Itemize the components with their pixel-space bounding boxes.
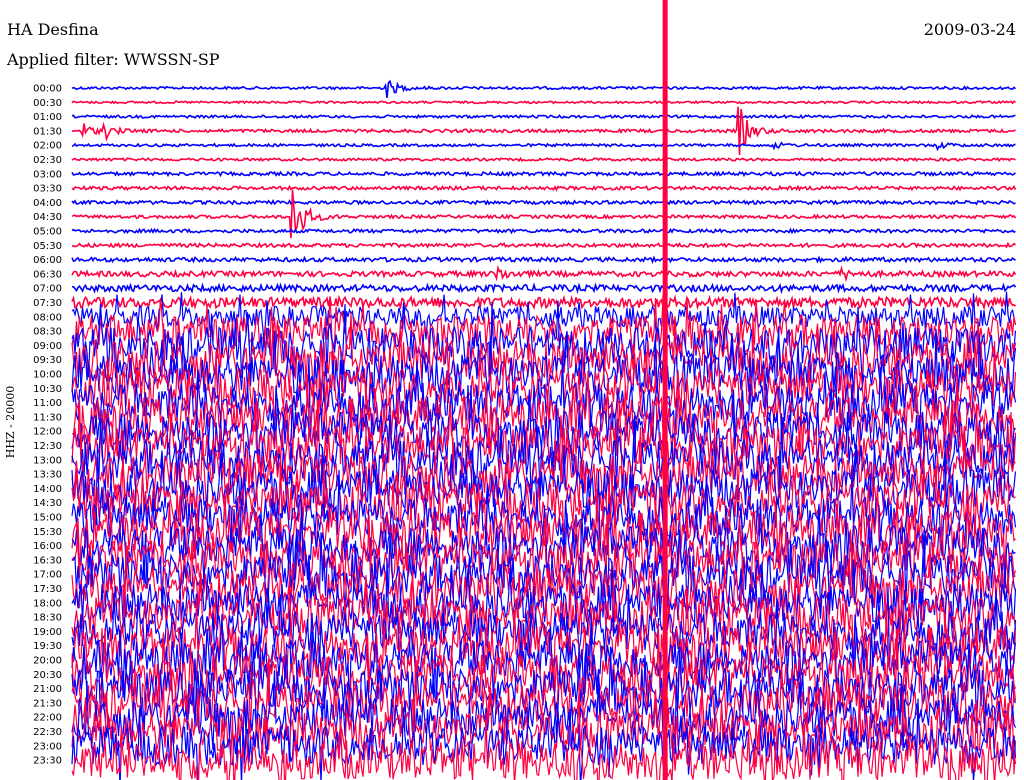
trace-row-0230	[71, 156, 1016, 163]
row-time-label: 05:00	[33, 227, 62, 238]
row-time-label: 04:00	[33, 198, 62, 209]
row-time-label: 07:00	[33, 284, 62, 295]
row-time-label: 08:00	[33, 312, 62, 323]
row-time-label: 00:00	[33, 84, 62, 95]
trace-row-0000	[71, 79, 1017, 98]
row-time-label: 17:30	[33, 584, 62, 595]
row-time-label: 16:00	[33, 541, 62, 552]
row-time-label: 06:30	[33, 269, 62, 280]
row-time-label: 07:30	[33, 298, 62, 309]
row-time-label: 10:00	[33, 370, 62, 381]
row-time-label: 05:30	[33, 241, 62, 252]
trace-row-0700	[71, 282, 1017, 295]
row-time-label: 13:00	[33, 455, 62, 466]
row-time-label: 14:30	[33, 498, 62, 509]
trace-row-0300	[71, 170, 1016, 178]
row-time-label: 17:00	[33, 570, 62, 581]
y-axis-label: HHZ - 20000	[4, 386, 17, 459]
trace-row-0730	[71, 294, 1017, 311]
trace-row-0500	[71, 227, 1016, 235]
row-time-label: 06:00	[33, 255, 62, 266]
row-time-label: 03:00	[33, 169, 62, 180]
row-time-label: 22:30	[33, 727, 62, 738]
row-time-label: 18:00	[33, 598, 62, 609]
row-time-label: 08:30	[33, 327, 62, 338]
row-time-label: 20:30	[33, 670, 62, 681]
row-time-label: 19:30	[33, 641, 62, 652]
row-time-label: 19:00	[33, 627, 62, 638]
row-time-label: 16:30	[33, 555, 62, 566]
row-time-label: 01:30	[33, 126, 62, 137]
helicorder-plot: 00:00 00:30 01:00 01:30 02:00 02:30 03:00 03:30…	[4, 0, 1017, 780]
row-time-label: 13:30	[33, 470, 62, 481]
trace-row-0400	[71, 198, 1016, 206]
row-time-label: 02:00	[33, 141, 62, 152]
trace-row-0030	[71, 100, 1016, 105]
row-time-label: 22:00	[33, 713, 62, 724]
row-time-label: 20:00	[33, 656, 62, 667]
trace-row-0630	[71, 264, 1017, 283]
row-time-label: 04:30	[33, 212, 62, 223]
row-time-label: 15:30	[33, 527, 62, 538]
row-time-label: 23:30	[33, 756, 62, 767]
row-time-label: 23:00	[33, 741, 62, 752]
row-time-label: 14:00	[33, 484, 62, 495]
row-time-label: 00:30	[33, 98, 62, 109]
row-time-label: 11:30	[33, 412, 62, 423]
trace-row-0130	[71, 106, 1016, 155]
trace-row-0600	[71, 255, 1016, 264]
trace-row-0200	[71, 140, 1016, 152]
row-time-label: 21:00	[33, 684, 62, 695]
trace-row-0530	[71, 241, 1017, 249]
row-time-label: 01:00	[33, 112, 62, 123]
row-time-label: 12:00	[33, 427, 62, 438]
row-time-label: 10:30	[33, 384, 62, 395]
row-time-label: 09:00	[33, 341, 62, 352]
row-time-label: 11:00	[33, 398, 62, 409]
trace-row-0100	[71, 113, 1016, 120]
row-time-label: 02:30	[33, 155, 62, 166]
trace-row-0330	[71, 184, 1017, 192]
row-time-label: 09:30	[33, 355, 62, 366]
row-time-label: 03:30	[33, 184, 62, 195]
row-time-label: 15:00	[33, 513, 62, 524]
row-time-label: 12:30	[33, 441, 62, 452]
row-time-label: 21:30	[33, 698, 62, 709]
row-time-label: 18:30	[33, 613, 62, 624]
